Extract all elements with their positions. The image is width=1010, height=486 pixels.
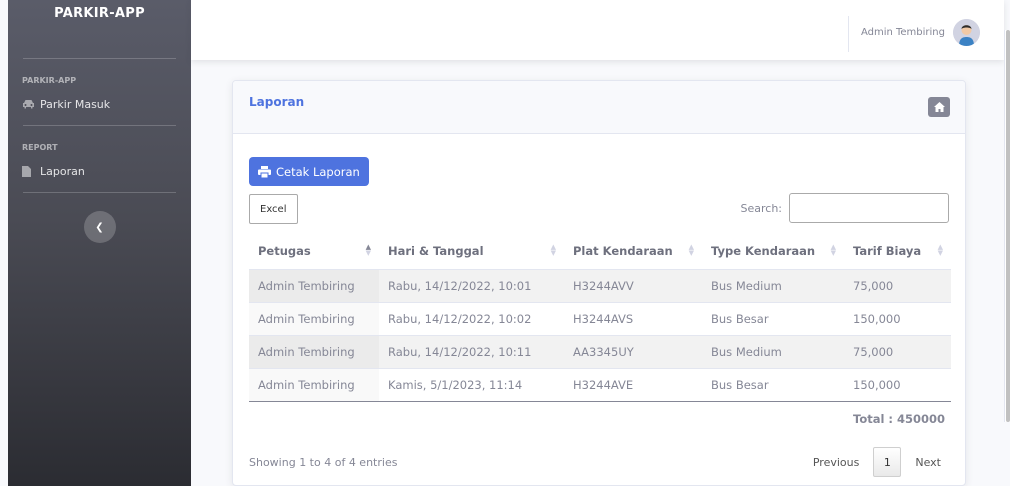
pagination-page-1[interactable]: 1: [873, 447, 902, 477]
table-cell: AA3345UY: [564, 334, 702, 368]
sort-icon: ▲ ▼: [365, 243, 371, 257]
table-footer-row: Total : 450000: [249, 400, 951, 437]
sidebar-divider: [23, 192, 176, 193]
sidebar-heading-parkir: PARKIR-APP: [22, 76, 77, 85]
search-input[interactable]: [789, 193, 949, 223]
table-cell: 75,000: [844, 334, 951, 368]
table-total: Total : 450000: [844, 400, 951, 437]
car-icon: [22, 99, 40, 109]
print-report-button[interactable]: Cetak Laporan: [249, 157, 369, 186]
table-cell: Bus Besar: [702, 367, 844, 401]
table-row: Admin Tembiring Rabu, 14/12/2022, 10:01 …: [249, 268, 951, 302]
table-cell: Rabu, 14/12/2022, 10:02: [379, 301, 564, 335]
table-cell: Bus Medium: [702, 334, 844, 368]
search-area: Search:: [740, 193, 949, 223]
chevron-left-icon: ❮: [95, 221, 104, 233]
pagination: Previous 1 Next: [805, 447, 949, 477]
file-icon: [22, 165, 40, 177]
table-cell: H3244AVS: [564, 301, 702, 335]
sidebar-item-laporan[interactable]: Laporan: [8, 160, 191, 182]
page-title: Laporan: [249, 95, 305, 109]
sidebar-item-label: Laporan: [40, 164, 85, 178]
table-cell: H3244AVE: [564, 367, 702, 401]
sort-icon: ▲ ▼: [550, 243, 556, 257]
print-label: Cetak Laporan: [276, 164, 360, 179]
report-table: Petugas ▲ ▼ Hari & Tanggal ▲ ▼ Plat Kendaraa…: [249, 233, 951, 437]
table-cell: Rabu, 14/12/2022, 10:01: [379, 268, 564, 302]
sidebar-item-parkir-masuk[interactable]: Parkir Masuk: [8, 93, 191, 115]
sidebar-item-label: Parkir Masuk: [40, 97, 111, 111]
pagination-previous[interactable]: Previous: [805, 447, 868, 477]
excel-export-button[interactable]: Excel: [249, 194, 298, 224]
topbar: Admin Tembiring: [191, 0, 1004, 60]
home-button[interactable]: [928, 97, 950, 117]
column-header-tanggal[interactable]: Hari & Tanggal ▲ ▼: [379, 233, 564, 270]
scrollbar-thumb[interactable]: [1006, 30, 1010, 422]
table-row: Admin Tembiring Rabu, 14/12/2022, 10:02 …: [249, 301, 951, 335]
sort-icon: ▲ ▼: [688, 243, 694, 257]
card-header: Laporan: [233, 81, 965, 134]
user-dropdown[interactable]: Admin Tembiring: [861, 19, 980, 46]
table-row: Admin Tembiring Kamis, 5/1/2023, 11:14 H…: [249, 367, 951, 401]
column-header-tarif[interactable]: Tarif Biaya ▲ ▼: [844, 233, 951, 270]
sidebar-heading-report: REPORT: [22, 143, 58, 152]
column-header-plat[interactable]: Plat Kendaraan ▲ ▼: [564, 233, 702, 270]
table-row: Admin Tembiring Rabu, 14/12/2022, 10:11 …: [249, 334, 951, 368]
table-cell: Kamis, 5/1/2023, 11:14: [379, 367, 564, 401]
table-cell: Rabu, 14/12/2022, 10:11: [379, 334, 564, 368]
column-header-petugas[interactable]: Petugas ▲ ▼: [249, 233, 379, 270]
table-cell: 150,000: [844, 301, 951, 335]
page-scrollbar[interactable]: [1004, 30, 1010, 422]
avatar: [953, 19, 980, 46]
print-icon: [258, 165, 271, 178]
table-cell: Admin Tembiring: [249, 367, 379, 401]
table-header-row: Petugas ▲ ▼ Hari & Tanggal ▲ ▼ Plat Kendaraa…: [249, 233, 951, 270]
table-cell: 150,000: [844, 367, 951, 401]
table-cell: Bus Medium: [702, 268, 844, 302]
sort-icon: ▲ ▼: [937, 243, 943, 257]
brand-logo[interactable]: PARKIR-APP: [8, 0, 191, 58]
table-info: Showing 1 to 4 of 4 entries: [249, 456, 398, 469]
pagination-next[interactable]: Next: [907, 447, 949, 477]
topbar-divider: [848, 16, 849, 52]
table-cell: Admin Tembiring: [249, 334, 379, 368]
table-cell: Bus Besar: [702, 301, 844, 335]
table-cell: Admin Tembiring: [249, 268, 379, 302]
sidebar: PARKIR-APP PARKIR-APP Parkir Masuk REPOR…: [8, 0, 191, 486]
search-label: Search:: [740, 201, 783, 215]
table-cell: Admin Tembiring: [249, 301, 379, 335]
table-cell: 75,000: [844, 268, 951, 302]
sidebar-toggle-button[interactable]: ❮: [83, 211, 116, 243]
home-icon: [933, 102, 945, 112]
report-card: Laporan Cetak Laporan Excel Search: Petu…: [232, 80, 966, 486]
sort-icon: ▲ ▼: [830, 243, 836, 257]
user-name: Admin Tembiring: [860, 27, 945, 38]
table-cell: H3244AVV: [564, 268, 702, 302]
column-header-type[interactable]: Type Kendaraan ▲ ▼: [702, 233, 844, 270]
